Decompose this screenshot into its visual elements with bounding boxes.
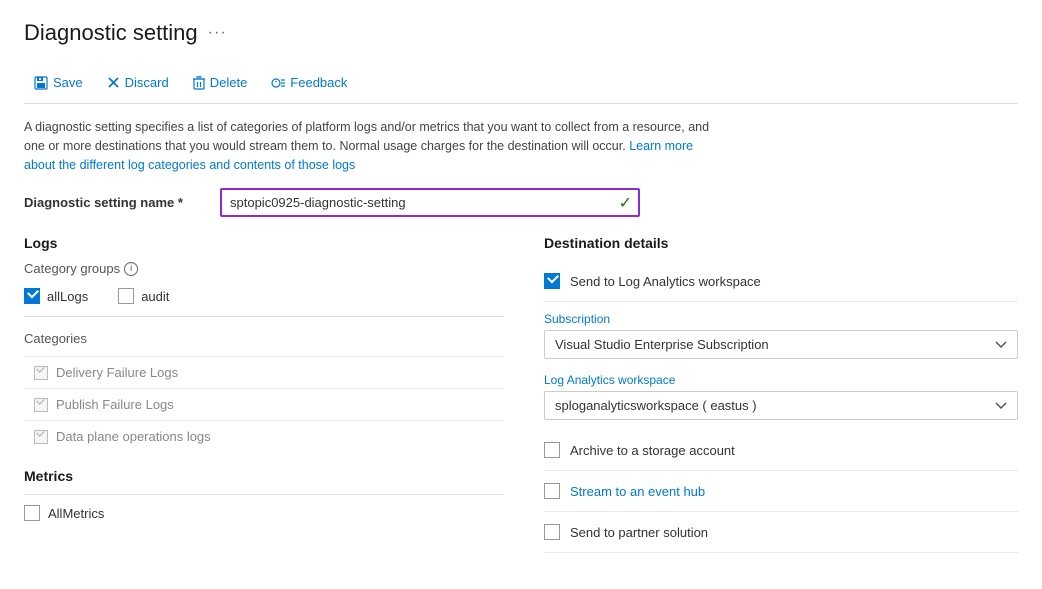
storage-row: Archive to a storage account [544, 430, 1018, 471]
delete-label: Delete [210, 75, 248, 90]
metrics-section: Metrics AllMetrics [24, 468, 504, 531]
publish-failure-checkbox [34, 398, 48, 412]
event-hub-row: Stream to an event hub [544, 471, 1018, 512]
setting-name-wrapper: ✓ [220, 188, 640, 217]
category-groups-text: Category groups [24, 261, 120, 276]
info-icon[interactable]: i [124, 262, 138, 276]
audit-checkbox[interactable] [118, 288, 134, 304]
logs-section-title: Logs [24, 235, 504, 251]
setting-name-input[interactable] [220, 188, 640, 217]
subscription-fields: Subscription Visual Studio Enterprise Su… [544, 302, 1018, 363]
toolbar: Save Discard Delete [24, 62, 1018, 104]
data-plane-checkbox [34, 430, 48, 444]
subscription-select-wrapper: Visual Studio Enterprise Subscription [544, 330, 1018, 359]
workspace-select[interactable]: sploganalyticsworkspace ( eastus ) [544, 391, 1018, 420]
delivery-failure-checkbox [34, 366, 48, 380]
publish-failure-label: Publish Failure Logs [56, 397, 174, 412]
description-text: A diagnostic setting specifies a list of… [24, 118, 724, 174]
save-button[interactable]: Save [24, 70, 93, 95]
discard-label: Discard [125, 75, 169, 90]
divider-1 [24, 316, 504, 317]
audit-checkbox-item[interactable]: audit [118, 288, 169, 304]
partner-row: Send to partner solution [544, 512, 1018, 553]
categories-title: Categories [24, 331, 504, 346]
allmetrics-checkbox[interactable] [24, 505, 40, 521]
valid-icon: ✓ [619, 193, 632, 213]
setting-name-label: Diagnostic setting name * [24, 195, 204, 210]
allmetrics-label: AllMetrics [48, 506, 104, 521]
save-icon [34, 76, 48, 90]
feedback-icon [271, 76, 285, 90]
metrics-section-title: Metrics [24, 468, 504, 484]
audit-label: audit [141, 289, 169, 304]
workspace-select-wrapper: sploganalyticsworkspace ( eastus ) [544, 391, 1018, 420]
event-hub-checkbox[interactable] [544, 483, 560, 499]
title-text: Diagnostic setting [24, 20, 198, 46]
partner-checkbox[interactable] [544, 524, 560, 540]
allmetrics-item: AllMetrics [24, 494, 504, 531]
delivery-failure-label: Delivery Failure Logs [56, 365, 178, 380]
log-analytics-label: Send to Log Analytics workspace [570, 274, 761, 289]
data-plane-label: Data plane operations logs [56, 429, 211, 444]
partner-label: Send to partner solution [570, 525, 708, 540]
storage-label: Archive to a storage account [570, 443, 735, 458]
log-analytics-checkbox[interactable] [544, 273, 560, 289]
category-groups-row: Category groups i [24, 261, 504, 276]
discard-button[interactable]: Discard [97, 70, 179, 95]
setting-name-row: Diagnostic setting name * ✓ [24, 188, 1018, 217]
event-hub-label[interactable]: Stream to an event hub [570, 484, 705, 499]
title-ellipsis: ··· [208, 24, 227, 42]
workspace-label: Log Analytics workspace [544, 373, 1018, 387]
storage-checkbox[interactable] [544, 442, 560, 458]
subscription-select[interactable]: Visual Studio Enterprise Subscription [544, 330, 1018, 359]
feedback-button[interactable]: Feedback [261, 70, 357, 95]
left-panel: Logs Category groups i allLogs audit Cat… [24, 235, 504, 553]
publish-failure-item: Publish Failure Logs [24, 388, 504, 420]
alllogs-checkbox-item[interactable]: allLogs [24, 288, 88, 304]
delivery-failure-item: Delivery Failure Logs [24, 356, 504, 388]
delete-icon [193, 76, 205, 90]
page-title: Diagnostic setting ··· [24, 20, 1018, 46]
data-plane-item: Data plane operations logs [24, 420, 504, 452]
save-label: Save [53, 75, 83, 90]
delete-button[interactable]: Delete [183, 70, 258, 95]
alllogs-label: allLogs [47, 289, 88, 304]
feedback-label: Feedback [290, 75, 347, 90]
category-groups-label: Category groups i [24, 261, 138, 276]
main-content: Logs Category groups i allLogs audit Cat… [24, 235, 1018, 553]
destination-section-title: Destination details [544, 235, 1018, 251]
log-analytics-row: Send to Log Analytics workspace [544, 261, 1018, 302]
subscription-label: Subscription [544, 312, 1018, 326]
alllogs-checkbox[interactable] [24, 288, 40, 304]
description-main: A diagnostic setting specifies a list of… [24, 120, 709, 153]
right-panel: Destination details Send to Log Analytic… [544, 235, 1018, 553]
category-checkboxes-row: allLogs audit [24, 288, 504, 304]
discard-icon [107, 76, 120, 89]
workspace-fields: Log Analytics workspace sploganalyticswo… [544, 363, 1018, 430]
